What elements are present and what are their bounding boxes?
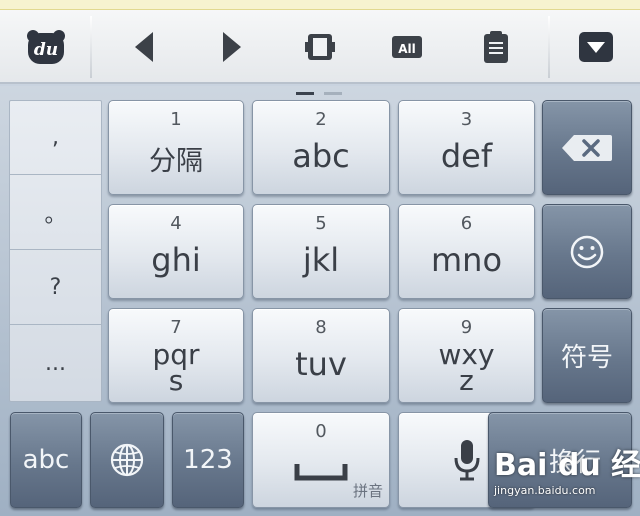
key-0-space[interactable]: 0 拼音 bbox=[252, 412, 390, 508]
symbols-key[interactable]: 符号 bbox=[542, 308, 632, 403]
microphone-icon bbox=[454, 440, 479, 481]
emoji-key[interactable] bbox=[542, 204, 632, 299]
key-8-tuv[interactable]: 8 tuv bbox=[252, 308, 390, 403]
key-number: 5 bbox=[315, 213, 327, 234]
key-4-ghi[interactable]: 4 ghi bbox=[108, 204, 244, 299]
symbol-label: , bbox=[52, 125, 59, 150]
number-mode-label: 123 bbox=[183, 445, 233, 475]
toolbar-separator bbox=[90, 16, 92, 78]
key-label-line2: z bbox=[459, 364, 474, 397]
key-label: def bbox=[440, 137, 493, 175]
symbol-ellipsis[interactable]: ... bbox=[10, 326, 101, 400]
key-1-separator[interactable]: 1 分隔 bbox=[108, 100, 244, 195]
top-status-strip bbox=[0, 0, 640, 10]
number-mode-key[interactable]: 123 bbox=[172, 412, 244, 508]
key-9-wxyz[interactable]: 9 wxy z bbox=[398, 308, 535, 403]
collapse-keyboard-icon bbox=[579, 32, 613, 62]
key-6-mno[interactable]: 6 mno bbox=[398, 204, 535, 299]
symbol-question[interactable]: ? bbox=[10, 251, 101, 325]
cursor-left-icon bbox=[135, 32, 153, 62]
clipboard-icon bbox=[484, 31, 508, 63]
clipboard-button[interactable] bbox=[472, 10, 520, 84]
select-button[interactable] bbox=[296, 10, 344, 84]
key-number: 8 bbox=[315, 317, 327, 338]
key-label: ghi bbox=[151, 241, 201, 279]
globe-icon bbox=[110, 443, 144, 477]
key-label: abc bbox=[292, 137, 350, 175]
key-label: mno bbox=[430, 241, 503, 279]
backspace-icon bbox=[562, 134, 612, 161]
abc-key[interactable]: abc bbox=[10, 412, 82, 508]
abc-key-label: abc bbox=[22, 445, 70, 475]
enter-key[interactable]: 换行 bbox=[488, 412, 632, 508]
select-all-icon: All bbox=[392, 36, 422, 58]
enter-key-label: 换行 bbox=[548, 447, 601, 478]
key-label: jkl bbox=[302, 241, 340, 279]
space-bar-icon bbox=[294, 464, 348, 481]
symbol-label: ... bbox=[45, 350, 66, 376]
cursor-left-button[interactable] bbox=[120, 10, 168, 84]
key-number: 1 bbox=[170, 109, 182, 130]
page-indicator-active bbox=[296, 92, 314, 95]
toolbar-separator bbox=[548, 16, 550, 78]
key-2-abc[interactable]: 2 abc bbox=[252, 100, 390, 195]
cursor-right-button[interactable] bbox=[208, 10, 256, 84]
smiley-icon bbox=[570, 235, 604, 268]
symbol-list: , 。 ? ... bbox=[9, 100, 102, 402]
key-3-def[interactable]: 3 def bbox=[398, 100, 535, 195]
cursor-right-icon bbox=[223, 32, 241, 62]
pinyin-mode-label: 拼音 bbox=[352, 482, 383, 500]
key-number: 7 bbox=[170, 317, 182, 338]
key-label-line2: s bbox=[168, 364, 184, 397]
page-indicator-inactive bbox=[324, 92, 342, 95]
du-logo-button[interactable]: du bbox=[14, 10, 78, 84]
key-label: 分隔 bbox=[149, 146, 203, 177]
symbols-key-label: 符号 bbox=[560, 343, 613, 373]
key-number: 6 bbox=[460, 213, 473, 234]
du-logo-text: du bbox=[34, 40, 58, 60]
select-all-text: All bbox=[398, 42, 416, 56]
key-number: 2 bbox=[315, 109, 327, 130]
symbol-period[interactable]: 。 bbox=[10, 176, 101, 250]
collapse-keyboard-button[interactable] bbox=[572, 10, 620, 84]
key-7-pqrs[interactable]: 7 pqr s bbox=[108, 308, 244, 403]
key-5-jkl[interactable]: 5 jkl bbox=[252, 204, 390, 299]
key-label: tuv bbox=[295, 345, 347, 383]
select-all-button[interactable]: All bbox=[382, 10, 432, 84]
key-number: 4 bbox=[170, 213, 182, 234]
symbol-label: ? bbox=[49, 275, 62, 300]
symbol-comma[interactable]: , bbox=[10, 101, 101, 175]
key-number: 3 bbox=[460, 109, 473, 130]
page-indicator bbox=[296, 92, 344, 96]
language-key[interactable] bbox=[90, 412, 164, 508]
symbol-label: 。 bbox=[44, 202, 67, 228]
du-logo-icon: du bbox=[27, 30, 65, 64]
key-number: 9 bbox=[460, 317, 473, 338]
select-icon bbox=[305, 34, 335, 60]
backspace-key[interactable] bbox=[542, 100, 632, 195]
ime-toolbar: du All bbox=[0, 10, 640, 84]
